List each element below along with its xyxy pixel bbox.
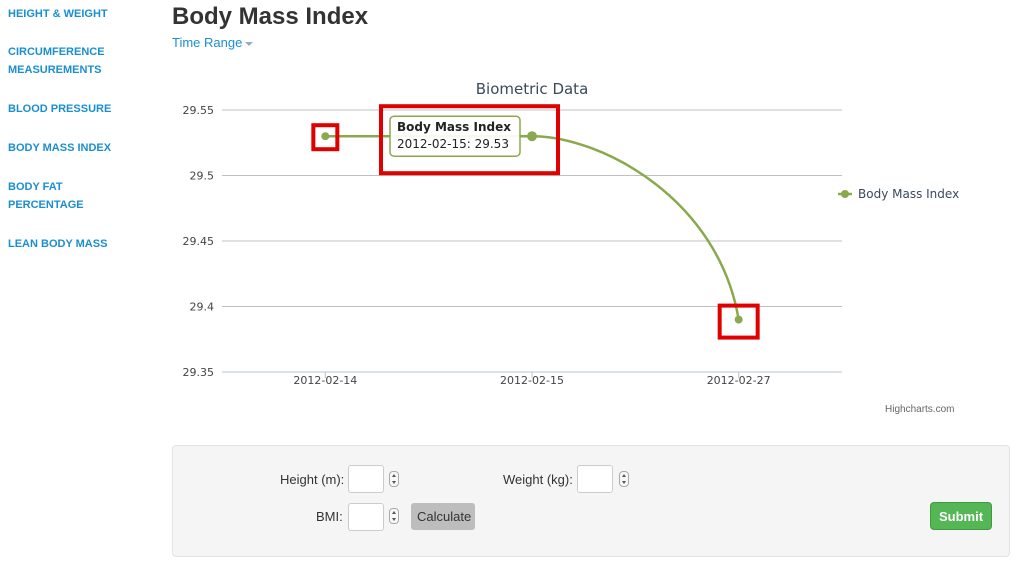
weight-label: Weight (kg): — [503, 472, 573, 487]
height-input[interactable] — [348, 465, 384, 493]
page-title: Body Mass Index — [172, 3, 369, 30]
x-tick-label: 2012-02-27 — [707, 374, 771, 387]
bmi-input[interactable] — [348, 503, 384, 531]
bmi-line-chart: Biometric Data 29.35 29.4 29.45 29.5 29.55 201… — [183, 80, 960, 387]
tooltip-title: Body Mass Index — [397, 120, 511, 134]
sidebar-item-body-fat[interactable]: BODY FAT PERCENTAGE — [8, 178, 108, 214]
bmi-label: BMI: — [316, 509, 343, 524]
height-stepper-icon[interactable] — [389, 471, 399, 487]
data-point — [527, 131, 537, 142]
y-tick-label: 29.5 — [190, 170, 215, 183]
submit-button[interactable]: Submit — [930, 502, 992, 530]
bmi-stepper-icon[interactable] — [389, 508, 399, 524]
time-range-dropdown[interactable]: Time Range — [172, 35, 254, 50]
time-range-label: Time Range — [172, 35, 243, 50]
x-tick-label: 2012-02-14 — [293, 374, 357, 387]
height-label: Height (m): — [280, 472, 345, 487]
x-tick-label: 2012-02-15 — [500, 374, 564, 387]
caret-down-icon — [245, 41, 254, 46]
legend-label-body-mass-index: Body Mass Index — [858, 187, 959, 201]
y-tick-label: 29.35 — [183, 366, 215, 379]
weight-input[interactable] — [577, 465, 613, 493]
weight-stepper-icon[interactable] — [619, 471, 629, 487]
calculate-button[interactable]: Calculate — [411, 503, 475, 530]
series-line-body-mass-index — [325, 134, 740, 320]
data-point — [734, 315, 743, 324]
bmi-form-panel: Height (m): Weight (kg): BMI: Calculate … — [172, 445, 1010, 557]
sidebar-item-circumference[interactable]: CIRCUMFERENCE MEASUREMENTS — [8, 43, 128, 79]
chart-credit-link[interactable]: Highcharts.com — [885, 404, 954, 415]
legend-marker-body-mass-index — [841, 190, 849, 198]
sidebar-item-height-weight[interactable]: HEIGHT & WEIGHT — [8, 5, 108, 23]
sidebar-item-body-mass-index[interactable]: BODY MASS INDEX — [8, 139, 111, 157]
sidebar-item-blood-pressure[interactable]: BLOOD PRESSURE — [8, 100, 111, 118]
y-tick-label: 29.4 — [190, 301, 215, 314]
tooltip-value: 2012-02-15: 29.53 — [397, 137, 509, 151]
data-point — [321, 132, 330, 141]
chart-title: Biometric Data — [476, 80, 589, 98]
y-tick-label: 29.55 — [183, 104, 215, 117]
sidebar-item-lean-body-mass[interactable]: LEAN BODY MASS — [8, 235, 107, 253]
y-tick-label: 29.45 — [183, 235, 215, 248]
